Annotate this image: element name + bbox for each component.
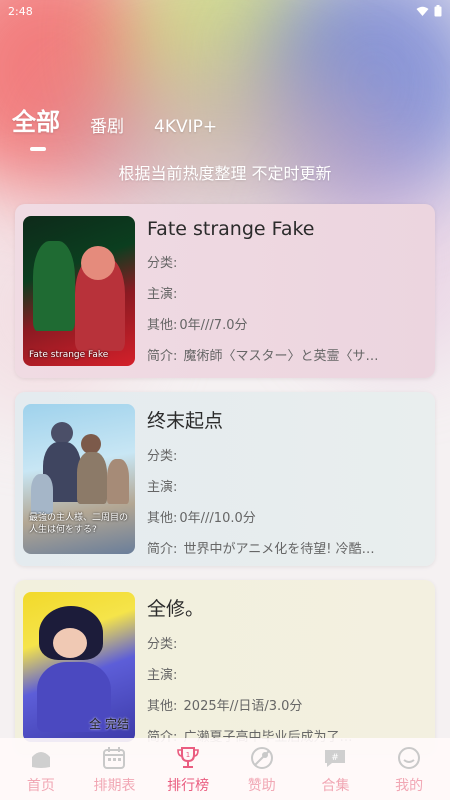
nav-label: 赞助 — [247, 777, 276, 794]
other-row: 其他: 0年///7.0分 — [147, 318, 248, 333]
category-row: 分类: — [147, 637, 178, 652]
sponsor-icon — [248, 744, 276, 772]
poster-caption: 最強の主人様、二周目の人生は何をする? — [29, 513, 129, 535]
svg-text:1: 1 — [186, 751, 190, 759]
card-title: 全修。 — [147, 598, 205, 620]
nav-sponsor[interactable]: 赞助 — [227, 744, 297, 795]
category-row: 分类: — [147, 449, 178, 464]
cast-row: 主演: — [147, 668, 178, 683]
tab-all[interactable]: 全部 — [12, 102, 60, 151]
poster-image: 最強の主人様、二周目の人生は何をする? — [23, 404, 135, 554]
ranking-card[interactable]: 最強の主人様、二周目の人生は何をする? 终末起点 分类: 主演: 其他: 0年//… — [15, 392, 435, 566]
nav-label: 排期表 — [93, 777, 136, 794]
ranking-card[interactable]: Fate strange Fake Fate strange Fake 分类: … — [15, 204, 435, 378]
ranking-card[interactable]: 全 完结 全修。 分类: 主演: 其他: 2025年//日语/3.0分 简介: … — [15, 580, 435, 754]
nav-ranking[interactable]: 1 排行榜 — [153, 744, 223, 795]
nav-schedule[interactable]: 排期表 — [79, 744, 149, 795]
card-title: Fate strange Fake — [147, 218, 315, 240]
nav-label: 首页 — [26, 777, 55, 794]
poster-image: Fate strange Fake — [23, 216, 135, 366]
nav-collection[interactable]: # 合集 — [300, 744, 370, 795]
intro-row: 简介: 世界中がアニメ化を待望! 冷酷… — [147, 542, 375, 554]
nav-profile[interactable]: 我的 — [374, 744, 444, 795]
ranking-subtitle: 根据当前热度整理 不定时更新 — [118, 164, 332, 183]
profile-icon — [395, 744, 423, 772]
nav-label: 排行榜 — [167, 777, 210, 794]
svg-text:#: # — [332, 753, 340, 763]
calendar-icon — [100, 744, 128, 772]
poster-caption: 全 完结 — [89, 717, 129, 731]
home-icon — [27, 744, 55, 772]
nav-home[interactable]: 首页 — [6, 744, 76, 795]
poster-image: 全 完结 — [23, 592, 135, 742]
other-row: 其他: 0年///10.0分 — [147, 511, 256, 526]
card-title: 终末起点 — [147, 410, 224, 432]
intro-row: 简介: 魔術師〈マスター〉と英霊〈サ… — [147, 349, 379, 364]
trophy-icon: 1 — [174, 744, 202, 772]
cast-row: 主演: — [147, 287, 178, 302]
status-time: 2:48 — [8, 4, 33, 18]
battery-icon — [434, 5, 442, 17]
tab-anime[interactable]: 番剧 — [90, 112, 124, 137]
poster-caption: Fate strange Fake — [29, 350, 109, 360]
category-row: 分类: — [147, 256, 178, 271]
tab-4kvip[interactable]: 4KVIP+ — [154, 117, 217, 137]
nav-label: 合集 — [321, 777, 350, 794]
nav-label: 我的 — [395, 777, 424, 794]
bottom-nav: 首页 排期表 1 排行榜 赞助 # 合集 我的 — [0, 738, 450, 800]
status-bar: 2:48 — [0, 0, 450, 22]
other-row: 其他: 2025年//日语/3.0分 — [147, 699, 303, 714]
wifi-icon — [416, 6, 429, 16]
collection-chat-icon: # — [321, 744, 349, 772]
category-tabs: 全部 番剧 4KVIP+ — [12, 102, 247, 151]
cast-row: 主演: — [147, 480, 178, 495]
